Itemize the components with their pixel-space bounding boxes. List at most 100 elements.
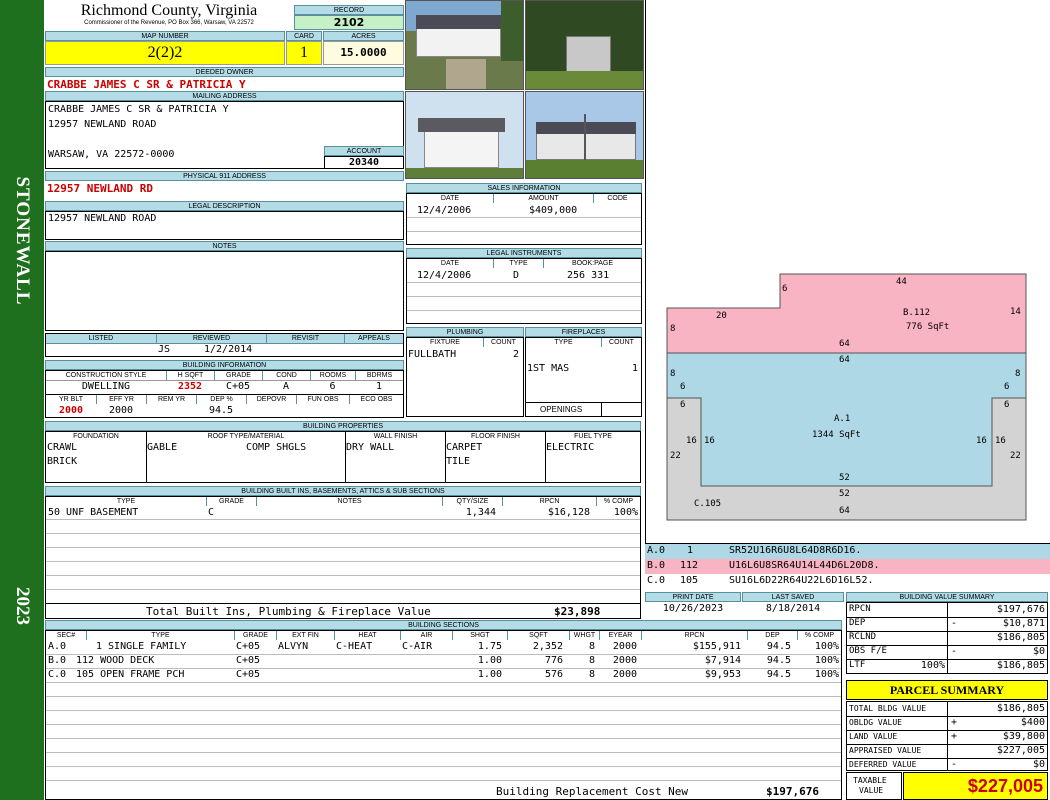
builtins-grade-header: GRADE [206,497,256,506]
sec-shgt-header: SHGT [452,631,507,640]
dim-b-left: 8 [670,324,676,334]
record-number: 2102 [294,15,404,30]
sales-box: DATE AMOUNT CODE 12/4/2006 $409,000 [406,193,642,245]
sec-a-type: 1 SINGLE FAMILY [96,641,187,652]
county-header: Richmond County, Virginia Commissioner o… [45,2,293,30]
sec-c-rpcn: $9,953 [704,669,741,680]
li-type-header: TYPE [493,259,543,268]
legend-c-sec: C.0 [647,575,666,586]
foundation-header: FOUNDATION [73,433,119,440]
last-saved-label: LAST SAVED [742,592,844,602]
floor-finish-1: CARPET [446,442,483,453]
building-info-label: BUILDING INFORMATION [45,360,404,370]
dim-a-left-6: 6 [680,382,686,392]
builtins-notes-header: NOTES [256,497,442,506]
account-number: 20340 [324,156,404,169]
sales-date: 12/4/2006 [417,205,472,216]
parcel-value: $400 [1020,717,1045,728]
card-label: CARD [286,31,322,41]
wall-finish: DRY WALL [346,442,395,453]
builtins-total-label: Total Built Ins, Plumbing & Fireplace Va… [146,605,431,618]
sketch-area: B.112 776 SqFt A.1 1344 SqFt C.105 44 6 … [645,0,1050,543]
bvs-key: LTF [849,660,866,670]
sec-b-grade: C+05 [236,655,261,666]
sec-c-id: C.0 [48,669,67,680]
outbuilding-photo [405,91,524,179]
sec-comp-header: % COMP [797,631,841,640]
effyr-header: EFF YR [96,395,146,404]
li-date: 12/4/2006 [417,270,472,281]
floor-finish-2: TILE [446,456,471,467]
plumbing-box: FIXTURE COUNT FULLBATH 2 [406,337,524,417]
dim-a-left-16: 16 [704,436,715,446]
bvs-box: RPCN $197,676 DEP - $10,871 RCLND $186,805 O… [846,602,1048,674]
bdrms: 1 [375,381,383,392]
bvs-key: RPCN [849,604,871,614]
builtins-total: $23,898 [554,605,601,618]
builtins-label: BUILDING BUILT INS, BASEMENTS, ATTICS & … [45,486,641,496]
legend-b-code: 112 [680,560,699,571]
dim-b-step: 6 [782,284,788,294]
map-number-label: MAP NUMBER [45,31,285,41]
listing-box: LISTED REVIEWED REVISIT APPEALS JS 1/2/2… [45,333,404,357]
bvs-value: $186,805 [996,660,1045,671]
li-date-header: DATE [440,260,460,267]
parcel-key: DEFERRED VALUE [849,760,917,769]
last-saved: 8/18/2014 [765,603,821,614]
dim-c-right-6: 6 [1004,400,1010,410]
sec-whgt-header: WHGT [569,631,599,640]
builtins-rpcn-header: RPCN [502,497,596,506]
fixture-count: 2 [512,349,519,360]
openings-label: OPENINGS [540,405,583,414]
sec-b-rpcn: $7,914 [704,655,741,666]
legend-a-code: 1 [687,545,694,556]
roof-header: ROOF TYPE/MATERIAL [146,432,345,441]
house-photo-rear [525,91,644,179]
parcel-key: TOTAL BLDG VALUE [849,704,927,713]
parcel-summary-title: PARCEL SUMMARY [846,680,1048,700]
sec-c-comp: 100% [814,669,839,680]
parcel-key: APPRAISED VALUE [849,746,922,755]
taxable-value: $227,005 [903,772,1048,800]
dim-c-left-16: 16 [686,436,697,446]
sec-c-whgt: 8 [588,669,595,680]
bdrms-header: BDRMS [355,371,403,380]
account-label: ACCOUNT [324,146,404,156]
foundation-1: CRAWL [47,442,78,453]
yrblt: 2000 [58,405,84,416]
legend-row-b: B.0 112 U16L6U8SR64U14L44D6L20D8. [645,559,1050,574]
legal-instruments-label: LEGAL INSTRUMENTS [406,248,642,258]
legend-b-sec: B.0 [647,560,666,571]
legend-a-sec: A.0 [647,545,666,556]
remyr-header: REM YR [146,395,196,404]
builtins-rpcn: $16,128 [547,507,590,518]
building-sections-box: SEC# TYPE GRADE EXT FIN HEAT AIR SHGT SQ… [45,630,842,800]
sec-c-type: 105 OPEN FRAME PCH [76,669,185,680]
builtins-qty: 1,344 [465,507,496,518]
bvs-value: $197,676 [996,604,1045,615]
sales-amount: $409,000 [529,205,578,216]
bvs-value: $186,805 [996,632,1045,643]
roof-material: COMP SHGLS [246,442,307,453]
sec-a-dep: 94.5 [766,641,791,652]
fuel-header: FUEL TYPE [545,432,640,441]
sec-c-eyear: 2000 [612,669,637,680]
parcel-value: $186,805 [996,703,1045,714]
sec-a-eyear: 2000 [612,641,637,652]
fp-count-header: COUNT [601,338,641,347]
card-number: 1 [286,41,322,65]
shed-photo [525,0,644,90]
construction-style-header: CONSTRUCTION STYLE [65,372,147,379]
fixture-count-header: COUNT [483,338,523,347]
rooms: 6 [329,381,336,392]
bvs-key: OBS F/E [849,646,887,656]
funobs-header: FUN OBS [296,395,349,404]
building-info-box: CONSTRUCTION STYLE H SQFT GRADE COND ROO… [45,370,404,418]
reviewer: JS [158,344,171,355]
floor-header: FLOOR FINISH [445,432,545,441]
li-type: D [513,270,520,281]
county-title: Richmond County, Virginia [80,2,258,19]
bvs-key: DEP [849,618,866,628]
sec-a-sqft: 2,352 [532,641,563,652]
sales-code-header: CODE [593,194,641,203]
